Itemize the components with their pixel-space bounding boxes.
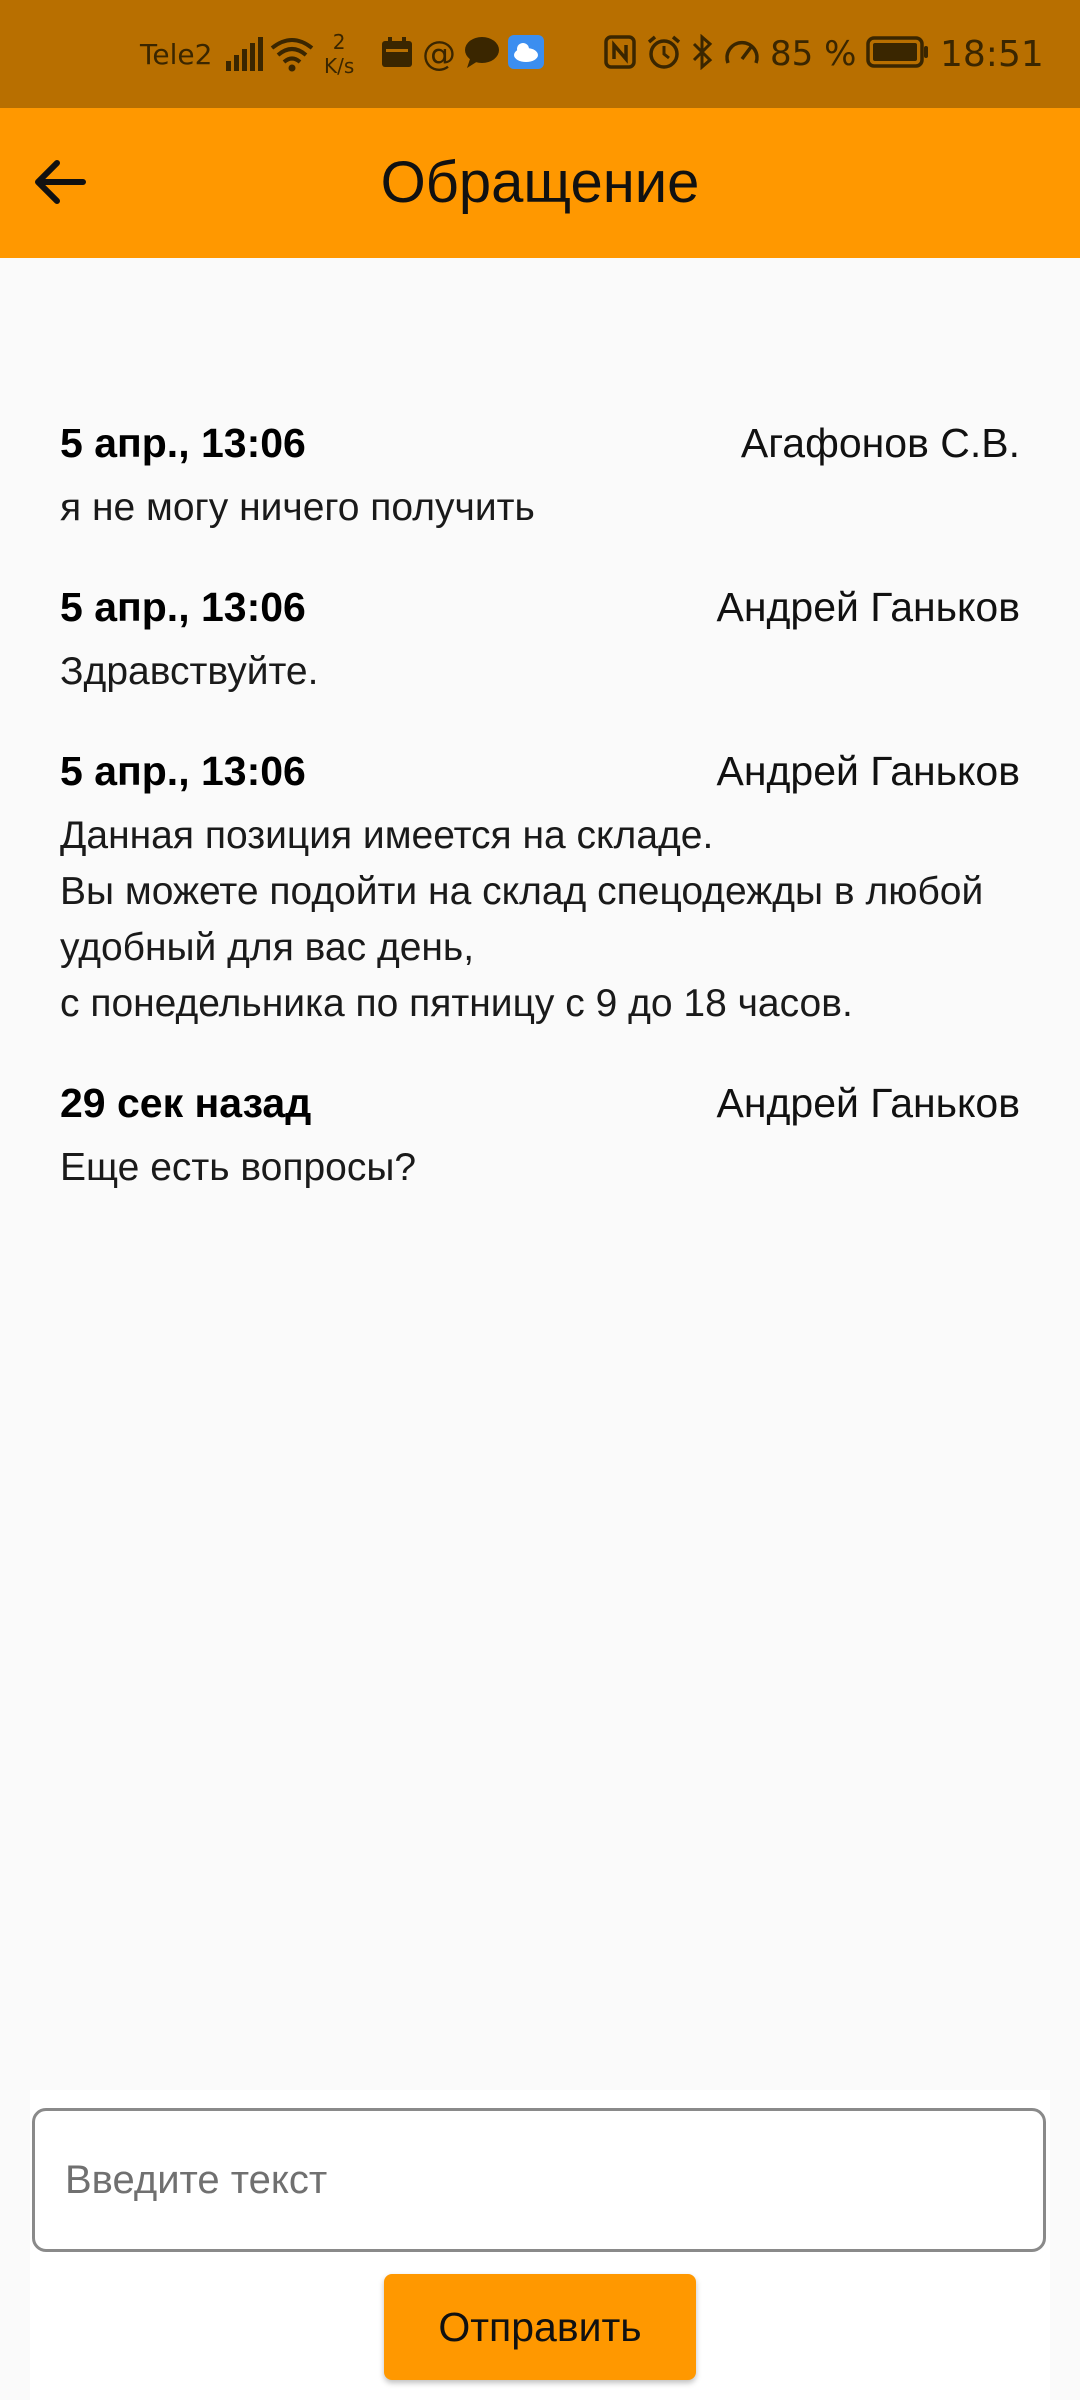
calendar-icon [380, 35, 414, 73]
message-header: 29 сек назад Андрей Ганьков [60, 1080, 1020, 1140]
message-header: 5 апр., 13:06 Андрей Ганьков [60, 748, 1020, 808]
message-composer: Отправить [30, 2090, 1050, 2400]
battery-percent: 85 % [770, 34, 857, 74]
cloud-icon [508, 35, 544, 73]
back-button[interactable] [22, 146, 98, 222]
carrier-label: Tele2 [140, 37, 213, 71]
app-bar: Обращение [0, 108, 1080, 258]
network-speed-value: 2 [332, 30, 346, 54]
send-button[interactable]: Отправить [384, 2274, 696, 2380]
message-time: 5 апр., 13:06 [60, 584, 306, 630]
at-icon: @ [422, 34, 456, 74]
alarm-icon [646, 34, 682, 74]
network-speed-unit: K/s [324, 54, 355, 78]
signal-icon [226, 0, 264, 108]
message-item: 29 сек назад Андрей Ганьков Еще есть воп… [60, 1080, 1020, 1196]
bluetooth-icon [692, 33, 714, 74]
message-header: 5 апр., 13:06 Андрей Ганьков [60, 584, 1020, 644]
message-time: 29 сек назад [60, 1080, 312, 1126]
message-item: 5 апр., 13:06 Агафонов С.В. я не могу ни… [60, 420, 1020, 536]
message-time: 5 апр., 13:06 [60, 748, 306, 794]
system-icons: 85 % [604, 0, 930, 108]
message-text: Здравствуйте. [60, 650, 319, 693]
chat-icon [464, 35, 500, 73]
battery-icon [866, 35, 930, 73]
message-input[interactable] [32, 2108, 1046, 2252]
message-author: Агафонов С.В. [740, 420, 1020, 466]
message-author: Андрей Ганьков [716, 584, 1021, 630]
clock: 18:51 [940, 33, 1044, 75]
message-item: 5 апр., 13:06 Андрей Ганьков Данная пози… [60, 748, 1020, 1032]
message-text: Еще есть вопросы? [60, 1146, 417, 1189]
wifi-icon [270, 0, 314, 108]
message-author: Андрей Ганьков [716, 748, 1021, 794]
speed-icon [724, 35, 760, 73]
notification-icons: @ [380, 0, 544, 108]
message-author: Андрей Ганьков [716, 1080, 1021, 1126]
message-text: я не могу ничего получить [60, 486, 535, 529]
message-item: 5 апр., 13:06 Андрей Ганьков Здравствуйт… [60, 584, 1020, 700]
arrow-left-icon [33, 158, 87, 211]
page-title: Обращение [380, 150, 700, 215]
message-text: Данная позиция имеется на складе. Вы мож… [60, 814, 984, 1025]
network-speed: 2 K/s [324, 0, 354, 108]
message-time: 5 апр., 13:06 [60, 420, 306, 466]
message-header: 5 апр., 13:06 Агафонов С.В. [60, 420, 1020, 480]
message-list[interactable]: 5 апр., 13:06 Агафонов С.В. я не могу ни… [60, 420, 1020, 1244]
nfc-icon [604, 35, 636, 73]
status-bar: Tele2 2 K/s @ 85 % 18:51 [0, 0, 1080, 108]
